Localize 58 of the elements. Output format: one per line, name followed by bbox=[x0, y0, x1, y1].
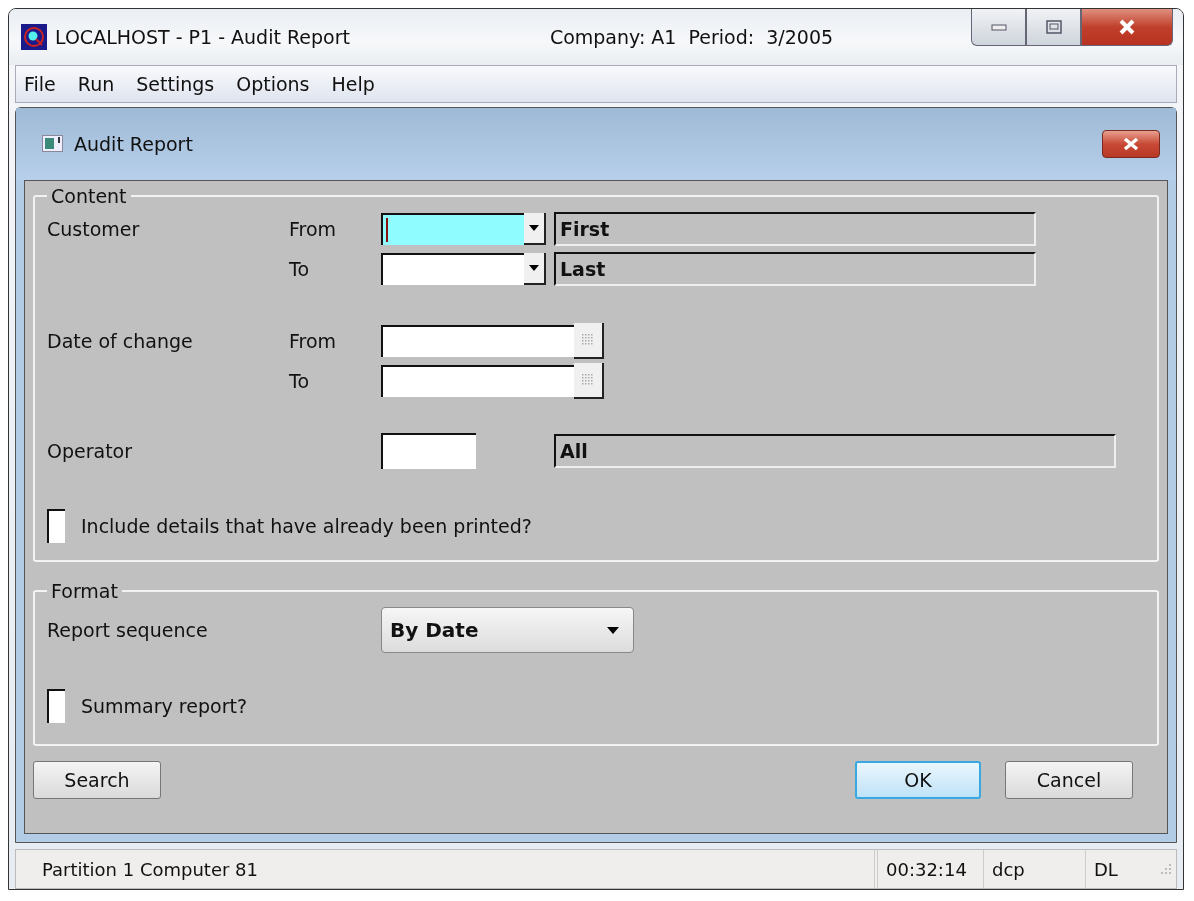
field-label: To bbox=[289, 258, 310, 280]
date-field[interactable] bbox=[381, 365, 574, 397]
menu-item[interactable]: File bbox=[24, 73, 56, 95]
status-text: Partition 1 Computer 81 bbox=[16, 850, 878, 888]
caret-icon bbox=[529, 265, 539, 271]
field-label: From bbox=[289, 330, 338, 352]
field-label: Operator bbox=[47, 440, 134, 462]
maximize-button[interactable] bbox=[1026, 9, 1081, 46]
dialog-button[interactable]: OK bbox=[855, 761, 981, 799]
checkbox[interactable] bbox=[47, 509, 65, 543]
description-field: First bbox=[554, 212, 1036, 246]
menu-item[interactable]: Run bbox=[77, 73, 115, 95]
close-icon bbox=[1118, 19, 1136, 35]
calendar-button[interactable] bbox=[574, 363, 604, 399]
menu-item[interactable]: Settings bbox=[136, 73, 215, 95]
caret-icon bbox=[607, 626, 619, 634]
field-label: From bbox=[289, 218, 338, 240]
field-label: Date of change bbox=[47, 330, 194, 352]
dialog-title: Audit Report bbox=[74, 133, 193, 155]
close-icon bbox=[1122, 137, 1140, 151]
description-field: Last bbox=[554, 252, 1036, 286]
dialog-button[interactable]: Search bbox=[33, 761, 161, 799]
status-text: 00:32:14 bbox=[878, 850, 984, 888]
maximize-icon bbox=[1045, 20, 1062, 34]
menu-item[interactable]: Options bbox=[236, 73, 310, 95]
group-title: Format bbox=[50, 580, 119, 602]
company-period-text: Company: A1 Period: 3/2005 bbox=[549, 26, 834, 48]
close-button[interactable] bbox=[1081, 9, 1173, 46]
resize-grip-icon bbox=[1160, 863, 1172, 875]
date-field[interactable] bbox=[381, 325, 574, 357]
dialog-button[interactable]: Cancel bbox=[1005, 761, 1133, 799]
dropdown[interactable]: By Date bbox=[381, 607, 634, 653]
grid-icon bbox=[582, 334, 594, 346]
status-text: DL bbox=[1093, 857, 1119, 882]
description-field: All bbox=[554, 434, 1116, 468]
minimize-icon bbox=[990, 22, 1007, 32]
field-label: Customer bbox=[47, 218, 141, 240]
window-title: LOCALHOST - P1 - Audit Report bbox=[55, 26, 350, 48]
app-icon bbox=[21, 24, 47, 50]
dropdown-button[interactable] bbox=[524, 213, 546, 245]
menu-item[interactable]: Help bbox=[331, 73, 375, 95]
dropdown-button[interactable] bbox=[524, 253, 546, 285]
input-field[interactable] bbox=[381, 433, 476, 469]
calendar-button[interactable] bbox=[574, 323, 604, 359]
field-label: Report sequence bbox=[47, 619, 209, 641]
checkbox[interactable] bbox=[47, 689, 65, 723]
input-field[interactable] bbox=[381, 213, 524, 245]
minimize-button[interactable] bbox=[971, 9, 1026, 46]
checkbox-label: Summary report? bbox=[81, 695, 247, 717]
status-text: dcp bbox=[984, 850, 1086, 888]
window-icon bbox=[42, 135, 64, 153]
checkbox-label: Include details that have already been printed? bbox=[81, 515, 532, 537]
grid-icon bbox=[582, 374, 594, 386]
caret-icon bbox=[529, 225, 539, 231]
field-label: To bbox=[289, 370, 310, 392]
input-field[interactable] bbox=[381, 253, 524, 285]
close-button[interactable] bbox=[1102, 130, 1160, 158]
group-title: Content bbox=[50, 185, 128, 207]
